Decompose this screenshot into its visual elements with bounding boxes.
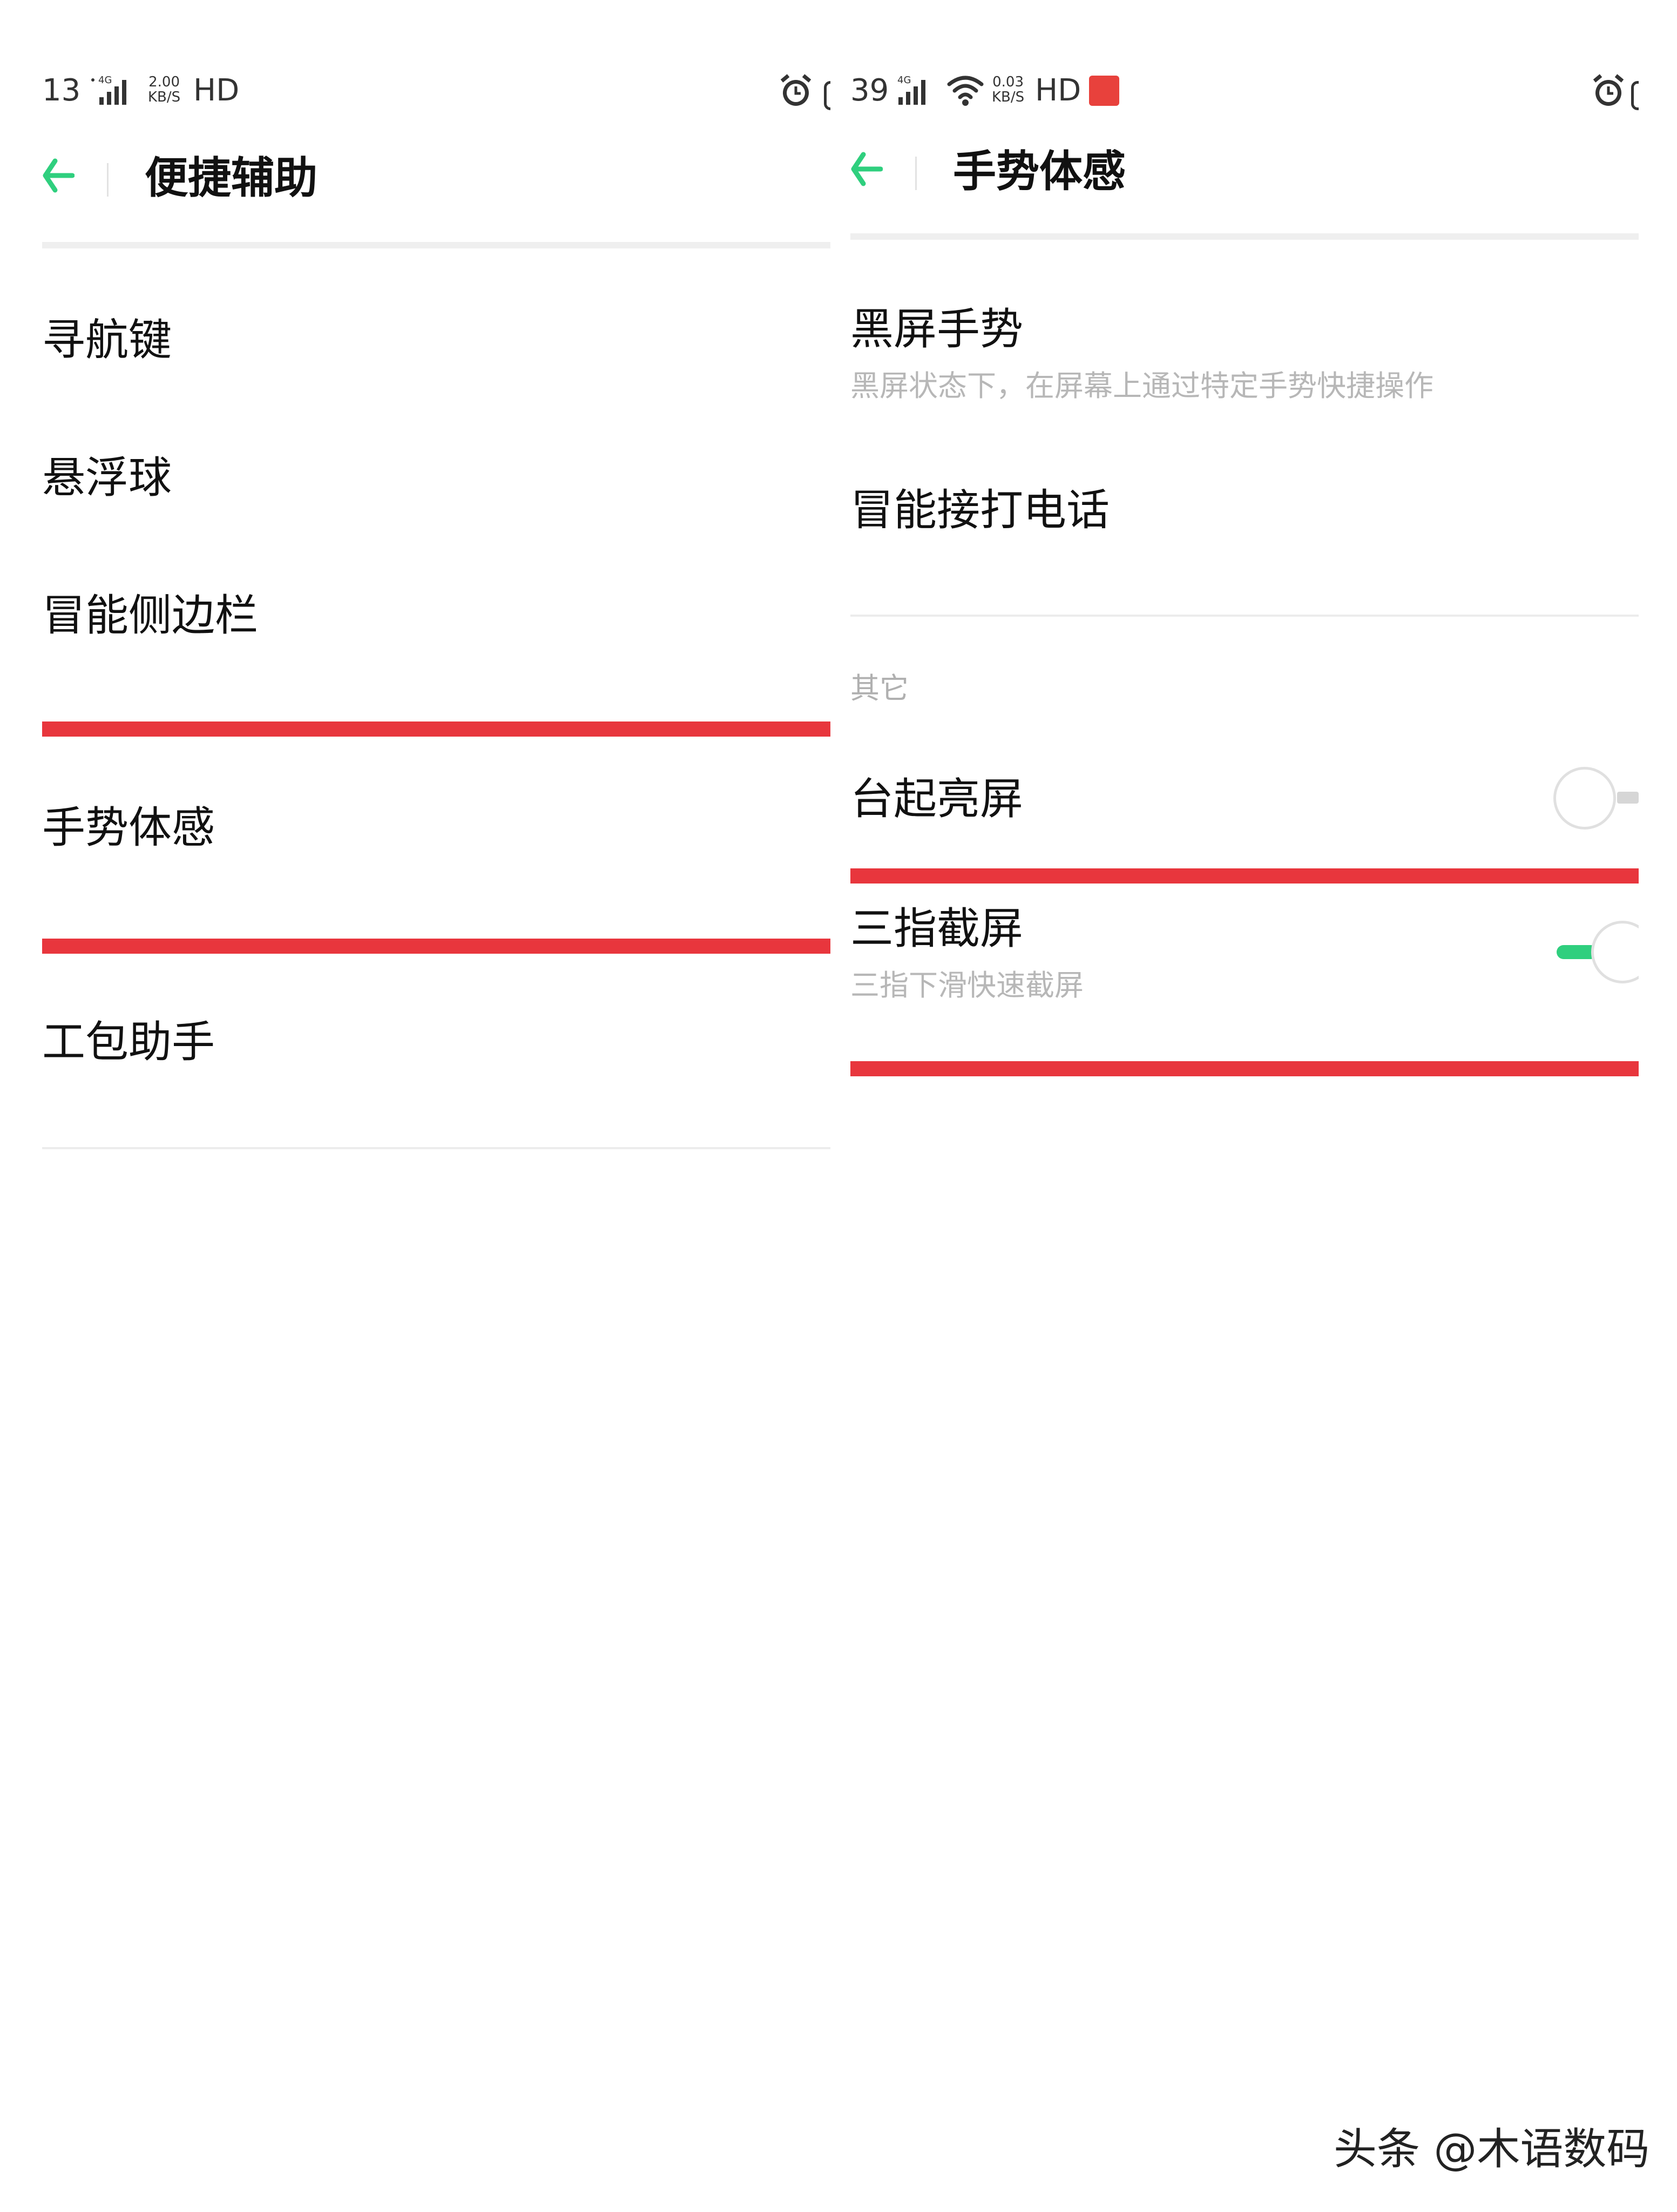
status-speed: 2.00 KB/S — [148, 74, 181, 105]
highlight-bar — [850, 868, 1639, 884]
highlight-bar — [850, 1061, 1639, 1076]
status-bar: 13 4G 2.00 KB/S HD — [42, 69, 830, 112]
menu-item-nav-keys[interactable]: 寻航键 — [42, 311, 172, 370]
wifi-icon — [947, 76, 984, 106]
back-arrow-icon[interactable] — [850, 150, 883, 188]
status-bar: 39 4G 0.03 KB/S HD — [850, 69, 1639, 112]
highlight-bar — [42, 721, 830, 737]
toggle-track — [1617, 792, 1639, 804]
menu-item-floating-ball[interactable]: 悬浮球 — [42, 448, 172, 508]
svg-text:4G: 4G — [897, 76, 911, 86]
status-speed: 0.03 KB/S — [992, 74, 1025, 105]
menu-item-subtitle: 黑屏状态下，在屏幕上通过特定手势快捷操作 — [850, 369, 1433, 403]
section-divider — [850, 615, 1639, 617]
menu-item-black-screen-gesture[interactable]: 黑屏手势 — [850, 300, 1023, 359]
page-header: 便捷辅助 — [42, 135, 830, 221]
header-shadow — [850, 233, 1639, 240]
status-hd: HD — [1035, 73, 1081, 108]
page-title: 便捷辅助 — [145, 153, 317, 203]
highlight-bar — [42, 939, 830, 954]
status-time: 39 — [850, 73, 889, 108]
header-divider — [915, 157, 917, 190]
alarm-icon — [780, 74, 812, 106]
status-hd: HD — [193, 73, 240, 108]
status-time: 13 — [42, 73, 81, 108]
list-divider — [42, 1147, 830, 1149]
header-shadow — [42, 242, 830, 248]
signal-icon: 4G — [91, 76, 126, 105]
toggle-item-subtitle: 三指下滑快速截屏 — [850, 968, 1084, 1002]
menu-item-smart-call[interactable]: 冒能接打电话 — [850, 481, 1110, 540]
right-screenshot: 39 4G 0.03 KB/S HD 手势体感 黑屏手势 黑屏状态下，在屏幕上通… — [850, 0, 1639, 1188]
battery-icon — [824, 81, 830, 110]
app-notification-icon — [1089, 76, 1119, 106]
menu-item-smart-sidebar[interactable]: 冒能侧边栏 — [42, 586, 258, 645]
page-title: 手势体感 — [953, 146, 1126, 197]
svg-text:4G: 4G — [98, 76, 112, 86]
back-arrow-icon[interactable] — [42, 157, 75, 194]
page-header: 手势体感 — [850, 129, 1639, 215]
three-finger-screenshot-toggle[interactable] — [1591, 921, 1639, 983]
watermark: 头条 @木语数码 — [1334, 2124, 1650, 2174]
battery-icon — [1631, 81, 1639, 110]
section-header: 其它 — [850, 671, 909, 705]
alarm-icon — [1593, 74, 1624, 106]
signal-icon: 4G — [897, 76, 925, 105]
menu-item-red-packet[interactable]: 工包助手 — [42, 1013, 215, 1072]
toggle-item-three-finger-screenshot[interactable]: 三指截屏 — [850, 899, 1023, 959]
raise-to-wake-toggle[interactable] — [1553, 767, 1616, 830]
menu-item-gestures[interactable]: 手势体感 — [42, 798, 215, 858]
header-divider — [107, 163, 109, 197]
toggle-item-raise-to-wake[interactable]: 台起亮屏 — [850, 770, 1023, 829]
left-screenshot: 13 4G 2.00 KB/S HD 便捷辅助 寻航键 悬浮球 冒能侧边栏 手势… — [42, 0, 830, 1188]
